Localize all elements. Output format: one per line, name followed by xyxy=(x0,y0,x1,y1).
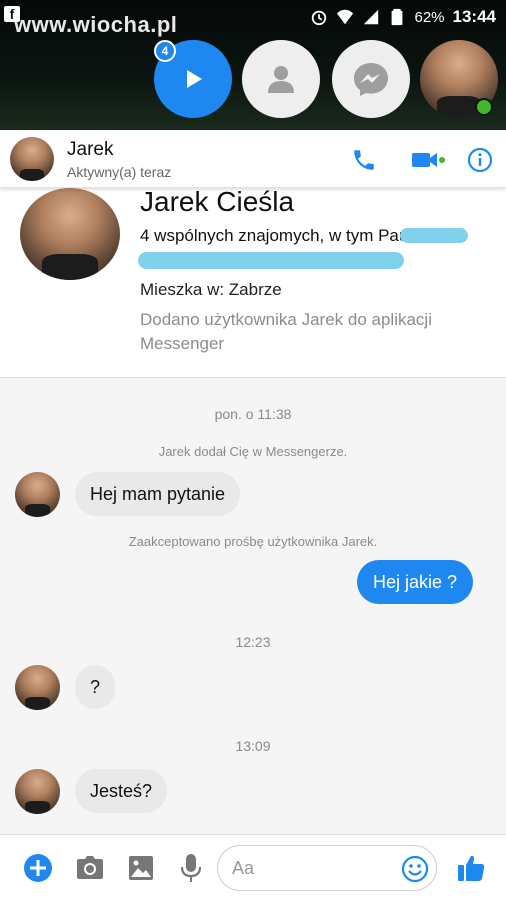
signal-icon xyxy=(364,9,379,25)
message-input[interactable] xyxy=(232,854,392,882)
redaction-scribble xyxy=(400,228,468,243)
incoming-message[interactable]: Hej mam pytanie xyxy=(75,472,241,516)
watermark-text: www.wiocha.pl xyxy=(14,12,178,37)
voice-message-button[interactable] xyxy=(176,853,206,883)
video-call-button[interactable] xyxy=(410,146,446,174)
message-avatar[interactable] xyxy=(15,769,60,814)
more-actions-button[interactable] xyxy=(23,853,53,883)
call-button[interactable] xyxy=(350,146,378,174)
notification-badge: 4 xyxy=(154,40,176,62)
microphone-icon xyxy=(180,854,202,882)
messenger-icon xyxy=(354,63,388,96)
profile-avatar[interactable] xyxy=(20,188,120,280)
like-button[interactable] xyxy=(456,853,486,883)
alarm-icon xyxy=(312,10,327,26)
timestamp: 12:23 xyxy=(235,634,271,650)
gallery-button[interactable] xyxy=(126,853,156,883)
phone-icon xyxy=(354,150,374,170)
facebook-icon: f xyxy=(4,6,20,22)
header-avatar[interactable] xyxy=(10,137,54,181)
message-composer xyxy=(0,834,506,900)
timestamp: pon. o 11:38 xyxy=(214,406,292,422)
incoming-message[interactable]: Jesteś? xyxy=(75,769,168,813)
system-message: Zaakceptowano prośbę użytkownika Jarek. xyxy=(128,534,378,549)
timestamp: 13:09 xyxy=(235,738,271,754)
incoming-message[interactable]: ? xyxy=(75,665,116,709)
video-icon xyxy=(412,153,445,167)
header-contact-name[interactable]: Jarek xyxy=(67,139,113,161)
battery-percent: 62% xyxy=(414,8,445,26)
camera-button[interactable] xyxy=(75,853,105,883)
lives-in-text: Mieszka w: Zabrze xyxy=(140,280,282,299)
camera-icon xyxy=(77,856,103,879)
message-avatar[interactable] xyxy=(15,665,60,710)
emoji-icon xyxy=(401,855,429,883)
chat-head-contacts[interactable] xyxy=(242,40,320,118)
info-icon xyxy=(467,147,493,173)
message-list[interactable]: pon. o 11:38 Jarek dodał Cię w Messenger… xyxy=(0,378,506,834)
plus-icon xyxy=(24,854,52,882)
message-avatar[interactable] xyxy=(15,472,60,517)
clock: 13:44 xyxy=(452,7,496,26)
outgoing-message[interactable]: Hej jakie ? xyxy=(356,560,473,604)
status-bar: 62% 13:44 xyxy=(310,6,496,28)
redaction-scribble xyxy=(138,252,404,269)
wifi-icon xyxy=(337,9,354,25)
profile-card: Jarek Cieśla 4 wspólnych znajomych, w ty… xyxy=(0,186,506,378)
conversation-info-button[interactable] xyxy=(466,146,494,174)
contacts-icon xyxy=(268,66,294,93)
header-active-status: Aktywny(a) teraz xyxy=(67,164,172,180)
online-indicator xyxy=(475,98,493,116)
battery-icon xyxy=(392,8,403,26)
profile-full-name: Jarek Cieśla xyxy=(140,186,295,217)
mutual-friends-text: 4 wspólnych znajomych, w tym Paulina xyxy=(140,226,435,245)
image-icon xyxy=(129,856,153,880)
like-icon xyxy=(458,855,485,881)
message-input-field[interactable] xyxy=(217,845,437,891)
system-message: Jarek dodał Cię w Messengerze. xyxy=(158,444,348,459)
added-to-messenger-text: Dodano użytkownika Jarek do aplikacji Me… xyxy=(140,310,432,353)
conversation-header: Jarek Aktywny(a) teraz xyxy=(0,130,506,188)
emoji-button[interactable] xyxy=(400,854,430,884)
chat-head-messenger[interactable] xyxy=(332,40,410,118)
play-icon xyxy=(187,70,202,88)
